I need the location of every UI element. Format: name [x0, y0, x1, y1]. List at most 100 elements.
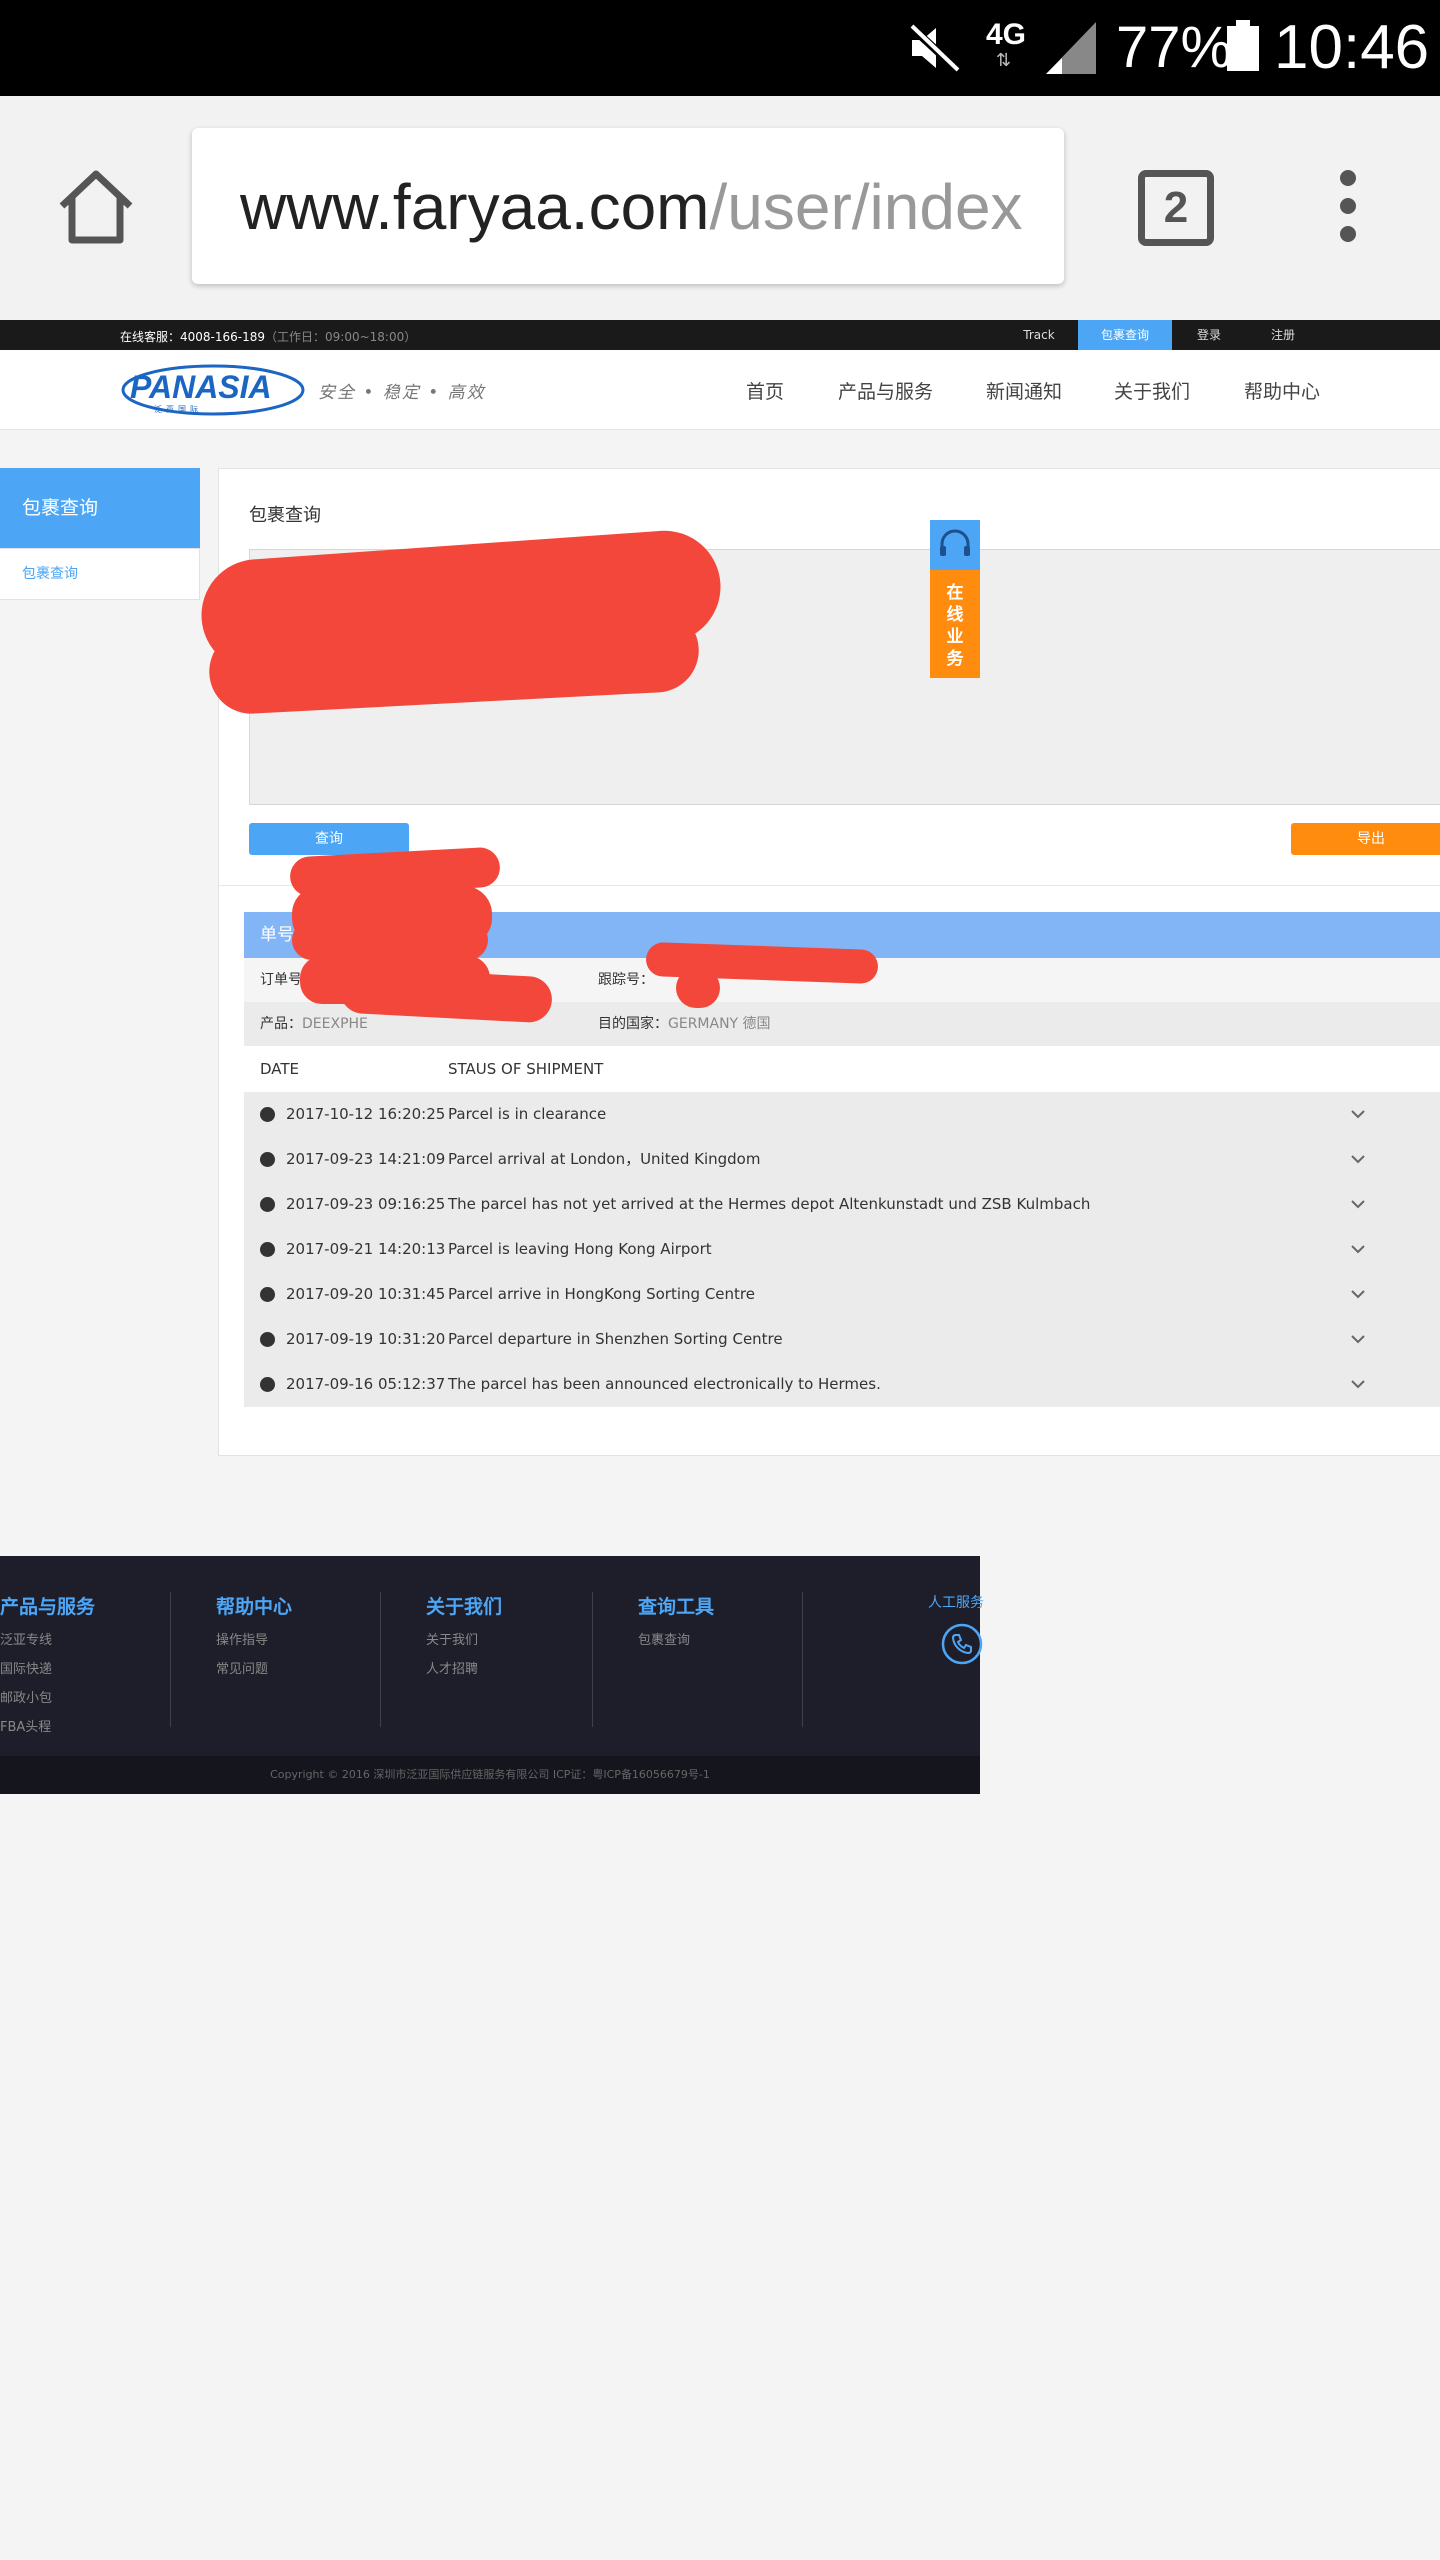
destination-field: 目的国家：GERMANY 德国 — [598, 1016, 771, 1032]
footer-column-help: 帮助中心 操作指导 常见问题 — [216, 1592, 292, 1677]
sidebar-title: 包裹查询 — [0, 468, 200, 548]
data-activity-icon: ⇅ — [996, 50, 1012, 71]
bullet-icon — [260, 1107, 275, 1122]
chevron-down-icon[interactable] — [1348, 1329, 1368, 1349]
footer-title: 帮助中心 — [216, 1596, 293, 1618]
redaction-mark — [676, 968, 720, 1008]
online-service-widget[interactable]: 在线业务 — [930, 520, 980, 678]
nav-products[interactable]: 产品与服务 — [838, 377, 933, 404]
row-date: 2017-09-21 14:20:13 — [286, 1240, 446, 1258]
tracking-row[interactable]: 2017-10-12 16:20:25 Parcel is in clearanc… — [244, 1092, 1440, 1137]
home-icon[interactable] — [56, 168, 136, 248]
footer-divider — [380, 1592, 381, 1727]
row-status: The parcel has been announced electronic… — [448, 1375, 881, 1393]
footer-link[interactable]: 关于我们 — [426, 1629, 502, 1648]
column-status: STAUS OF SHIPMENT — [448, 1060, 604, 1078]
row-date: 2017-10-12 16:20:25 — [286, 1105, 446, 1123]
bullet-icon — [260, 1377, 275, 1392]
url-text: www.faryaa.com/user/index — [240, 170, 1023, 244]
search-button[interactable]: 查询 — [249, 823, 409, 855]
footer-column-about: 关于我们 关于我们 人才招聘 — [426, 1592, 502, 1677]
top-link-track[interactable]: Track — [1010, 320, 1068, 350]
nav-about[interactable]: 关于我们 — [1114, 377, 1190, 404]
address-bar[interactable]: www.faryaa.com/user/index — [192, 128, 1064, 284]
footer-link[interactable]: 邮政小包 — [0, 1687, 95, 1706]
copyright: Copyright © 2016 深圳市泛亚国际供应链服务有限公司 ICP证：粤… — [0, 1756, 980, 1794]
site-topbar: 在线客服：4008-166-189（工作日：09:00~18:00） Track… — [0, 320, 1440, 350]
footer-link[interactable]: 包裹查询 — [638, 1629, 714, 1648]
chevron-down-icon[interactable] — [1348, 1239, 1368, 1259]
tracking-table-header: DATE STAUS OF SHIPMENT — [244, 1046, 1440, 1092]
tracking-number-label: 跟踪号： — [598, 972, 654, 988]
tracking-row[interactable]: 2017-09-21 14:20:13 Parcel is leaving Hon… — [244, 1227, 1440, 1272]
signal-icon — [1046, 22, 1096, 74]
site-nav: PANASIA 泛亚国际 安全 • 稳定 • 高效 首页 产品与服务 新闻通知 … — [0, 350, 1440, 430]
footer-service-label: 人工服务 — [928, 1595, 984, 1611]
footer-link[interactable]: 国际快递 — [0, 1658, 95, 1677]
footer-link[interactable]: 常见问题 — [216, 1658, 292, 1677]
top-link-register[interactable]: 注册 — [1258, 320, 1308, 350]
url-path: /user/index — [709, 171, 1023, 243]
chevron-down-icon[interactable] — [1348, 1284, 1368, 1304]
footer-title: 关于我们 — [426, 1596, 503, 1618]
url-host: www.faryaa.com — [240, 171, 710, 243]
chevron-down-icon[interactable] — [1348, 1194, 1368, 1214]
row-date: 2017-09-19 10:31:20 — [286, 1330, 446, 1348]
chevron-down-icon[interactable] — [1348, 1374, 1368, 1394]
footer-link[interactable]: 泛亚专线 — [0, 1629, 95, 1648]
row-status: The parcel has not yet arrived at the He… — [448, 1195, 1091, 1213]
hotline: 在线客服：4008-166-189（工作日：09:00~18:00） — [120, 330, 417, 344]
browser-toolbar: www.faryaa.com/user/index 2 — [0, 96, 1440, 320]
top-link-login[interactable]: 登录 — [1184, 320, 1234, 350]
panasia-logo[interactable]: PANASIA 泛亚国际 — [120, 362, 306, 418]
column-date: DATE — [260, 1060, 300, 1078]
tracking-row[interactable]: 2017-09-23 14:21:09 Parcel arrival at Lon… — [244, 1137, 1440, 1182]
footer-divider — [592, 1592, 593, 1727]
bullet-icon — [260, 1332, 275, 1347]
footer-title: 查询工具 — [638, 1596, 715, 1618]
top-link-parcel-query[interactable]: 包裹查询 — [1078, 320, 1172, 350]
row-status: Parcel is leaving Hong Kong Airport — [448, 1240, 712, 1258]
row-date: 2017-09-23 09:16:25 — [286, 1195, 446, 1213]
phone-icon[interactable] — [940, 1622, 984, 1666]
chevron-down-icon[interactable] — [1348, 1104, 1368, 1124]
tracking-row[interactable]: 2017-09-19 10:31:20 Parcel departure in S… — [244, 1317, 1440, 1362]
svg-text:泛亚国际: 泛亚国际 — [154, 404, 202, 414]
footer-link[interactable]: FBA头程 — [0, 1716, 95, 1735]
redaction-mark — [292, 920, 488, 960]
export-button[interactable]: 导出 — [1291, 823, 1440, 855]
footer-column-tools: 查询工具 包裹查询 — [638, 1592, 714, 1648]
battery-icon — [1227, 20, 1259, 71]
bullet-icon — [260, 1287, 275, 1302]
tracking-rows: 2017-10-12 16:20:25 Parcel is in clearanc… — [244, 1092, 1440, 1407]
overflow-menu-icon[interactable] — [1328, 170, 1368, 250]
row-status: Parcel is in clearance — [448, 1105, 607, 1123]
tracking-row[interactable]: 2017-09-20 10:31:45 Parcel arrive in Hong… — [244, 1272, 1440, 1317]
footer-title: 产品与服务 — [0, 1596, 96, 1618]
tracking-row[interactable]: 2017-09-16 05:12:37 The parcel has been a… — [244, 1362, 1440, 1407]
slogan: 安全 • 稳定 • 高效 — [318, 383, 486, 403]
site-footer: 产品与服务 泛亚专线 国际快递 邮政小包 FBA头程 帮助中心 操作指导 常见问… — [0, 1556, 984, 1756]
nav-news[interactable]: 新闻通知 — [986, 377, 1062, 404]
row-date: 2017-09-16 05:12:37 — [286, 1375, 446, 1393]
bullet-icon — [260, 1242, 275, 1257]
battery-percent: 77% — [1116, 15, 1233, 80]
headset-icon — [930, 520, 980, 570]
footer-divider — [170, 1592, 171, 1727]
online-service-label: 在线业务 — [930, 570, 980, 678]
nav-help[interactable]: 帮助中心 — [1244, 377, 1320, 404]
row-status: Parcel arrive in HongKong Sorting Centre — [448, 1285, 755, 1303]
nav-home[interactable]: 首页 — [746, 377, 784, 404]
footer-divider — [802, 1592, 803, 1727]
tracking-row[interactable]: 2017-09-23 09:16:25 The parcel has not ye… — [244, 1182, 1440, 1227]
bullet-icon — [260, 1152, 275, 1167]
footer-link[interactable]: 人才招聘 — [426, 1658, 502, 1677]
chevron-down-icon[interactable] — [1348, 1149, 1368, 1169]
sidebar-item-parcel-query[interactable]: 包裹查询 — [0, 548, 200, 600]
panel-title: 包裹查询 — [249, 505, 321, 526]
row-date: 2017-09-20 10:31:45 — [286, 1285, 446, 1303]
svg-text:PANASIA: PANASIA — [130, 369, 272, 405]
footer-link[interactable]: 操作指导 — [216, 1629, 292, 1648]
row-status: Parcel departure in Shenzhen Sorting Cen… — [448, 1330, 783, 1348]
tab-switcher-button[interactable]: 2 — [1138, 170, 1214, 246]
